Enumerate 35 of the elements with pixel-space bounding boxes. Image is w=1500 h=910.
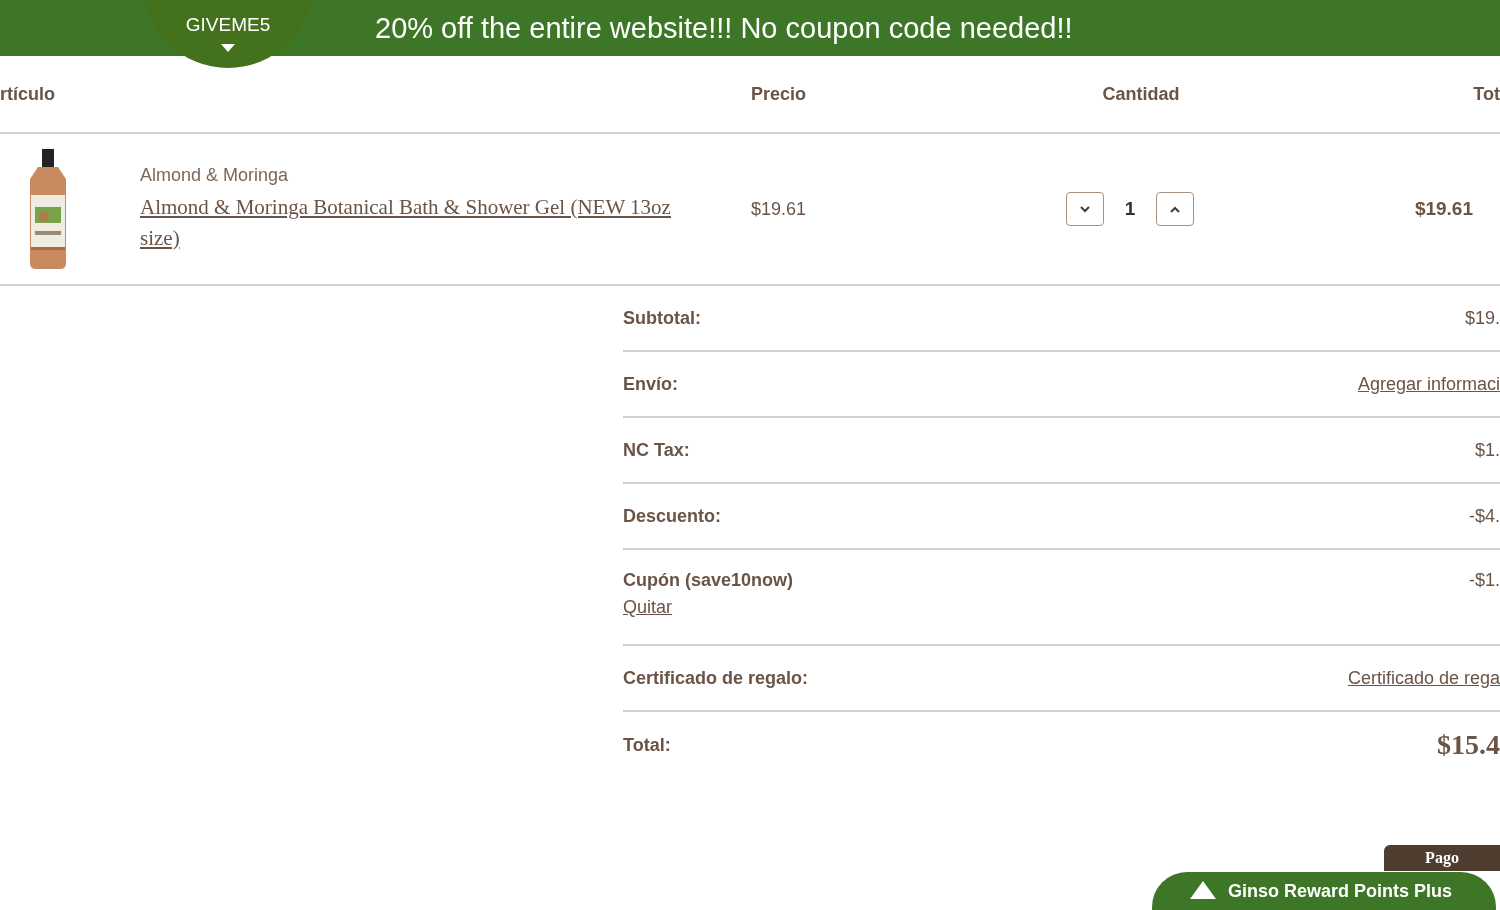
remove-coupon-link[interactable]: Quitar bbox=[623, 597, 794, 618]
summary-label: Subtotal: bbox=[623, 307, 701, 329]
summary-link[interactable]: Certificado de rega bbox=[1347, 667, 1500, 689]
column-header: rtículo bbox=[0, 83, 55, 105]
summary-amount: -$1. bbox=[1468, 570, 1500, 591]
price-cell-text: $19.61 bbox=[751, 198, 808, 220]
chevron-down-icon bbox=[1079, 205, 1091, 213]
summary-label: Cupón (save10now) bbox=[623, 570, 794, 591]
column-header: Cantidad bbox=[1102, 83, 1180, 105]
summary-amount: $19. bbox=[1464, 307, 1500, 329]
promo-message: 20% off the entire website!!! No coupon code needed!! bbox=[375, 11, 1073, 45]
arrow-up-icon bbox=[1190, 881, 1216, 899]
column-header: Precio bbox=[751, 83, 807, 105]
summary-label: Certificado de regalo: bbox=[623, 667, 809, 689]
summary-link[interactable]: Agregar informaci bbox=[1357, 373, 1500, 395]
total-amount: $15.4 bbox=[1437, 729, 1500, 761]
chevron-up-icon bbox=[1169, 205, 1181, 213]
column-header: Tot bbox=[1472, 83, 1500, 105]
caret-down-icon bbox=[221, 44, 235, 52]
checkout-button[interactable]: Pago bbox=[1384, 845, 1500, 871]
summary-amount: $1. bbox=[1474, 439, 1500, 461]
increase-button[interactable] bbox=[1156, 192, 1194, 226]
coupon-code: GIVEME5 bbox=[185, 14, 271, 36]
summary-label: Descuento: bbox=[623, 505, 721, 527]
coupon-badge[interactable]: GIVEME5 bbox=[143, 0, 313, 68]
summary-label: Total: bbox=[623, 734, 671, 756]
quantity-value: 1 bbox=[1123, 198, 1137, 220]
line-total: $19.61 bbox=[1414, 198, 1473, 220]
summary-amount: -$4. bbox=[1468, 505, 1500, 527]
product-brand: Almond & Moringa bbox=[140, 164, 290, 186]
summary-label: NC Tax: bbox=[623, 439, 690, 461]
summary-label: Envío: bbox=[623, 373, 678, 395]
decrease-button[interactable] bbox=[1066, 192, 1104, 226]
rewards-button[interactable]: Ginso Reward Points Plus bbox=[1152, 872, 1496, 910]
product-link[interactable]: Almond & Moringa Botanical Bath & Shower Gel (NEW 13oz size) bbox=[140, 191, 710, 254]
